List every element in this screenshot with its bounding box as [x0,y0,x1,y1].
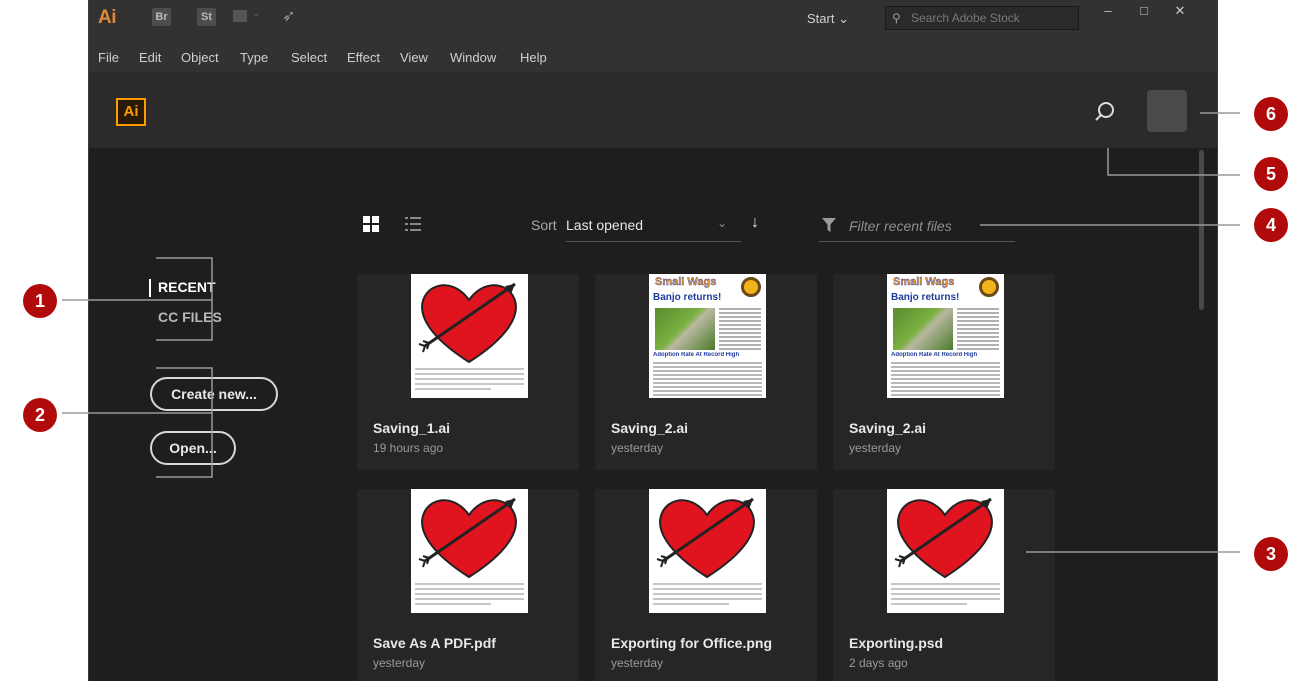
text-lines [653,583,762,608]
list-view-icon[interactable] [405,216,421,232]
sort-label: Sort [531,217,557,233]
grid-view-icon[interactable] [363,216,379,232]
file-name: Exporting.psd [849,635,944,651]
column-text [957,308,999,350]
newsletter-masthead: Small Wags [893,276,955,288]
menu-type[interactable]: Type [240,50,268,65]
nav-cc-files[interactable]: CC FILES [158,309,222,325]
file-thumbnail[interactable] [887,489,1004,613]
file-name: Saving_1.ai [373,420,451,436]
newsletter-headline: Banjo returns! [891,292,960,303]
text-lines [415,368,524,393]
menu-select[interactable]: Select [291,50,327,65]
file-name: Save As A PDF.pdf [373,635,496,651]
text-lines [891,583,1000,608]
workspace-switcher[interactable]: Start ⌄ [807,11,849,27]
filter-underline [819,241,1015,242]
heart-artwork [418,282,517,364]
user-avatar[interactable] [1147,90,1187,132]
stock-button[interactable]: St [197,8,216,26]
file-thumbnail[interactable] [411,274,528,398]
arrange-documents-icon[interactable] [233,10,247,22]
newsletter-subhead: Adoption Rate At Record High [891,352,978,358]
file-name: Saving_2.ai [849,420,927,436]
nav-recent[interactable]: RECENT [158,279,216,295]
menu-help[interactable]: Help [520,50,547,65]
start-header: Ai [89,72,1217,148]
file-card[interactable]: Exporting for Office.png yesterday [595,489,817,681]
search-icon[interactable] [1093,100,1117,124]
menu-object[interactable]: Object [181,50,219,65]
chevron-down-icon[interactable]: ⌄ [717,216,727,230]
filter-input[interactable]: Filter recent files [849,218,952,234]
callout-marker: 4 [1254,208,1288,242]
callout-marker: 5 [1254,157,1288,191]
illustrator-logo: Ai [116,98,146,126]
body-text [891,362,1000,396]
illustrator-window: Ai Br St ⌄ ➶ Start ⌄ ⚲ Search Adobe Stoc… [88,0,1218,681]
menu-edit[interactable]: Edit [139,50,161,65]
callout-marker: 3 [1254,537,1288,571]
sort-dropdown[interactable]: Last opened [566,217,643,233]
create-new-button[interactable]: Create new... [150,377,278,411]
file-card[interactable]: Exporting.psd 2 days ago [833,489,1055,681]
stock-search-input[interactable]: ⚲ Search Adobe Stock [885,6,1079,30]
menu-effect[interactable]: Effect [347,50,380,65]
menu-bar: File Edit Object Type Select Effect View… [89,44,1217,72]
file-name: Saving_2.ai [611,420,689,436]
heart-artwork [656,497,755,579]
file-time: yesterday [611,656,664,670]
newsletter-headline: Banjo returns! [653,292,722,303]
nav-active-indicator [149,279,151,297]
file-card[interactable]: Saving_1.ai 19 hours ago [357,274,579,470]
title-bar: Ai Br St ⌄ ➶ Start ⌄ ⚲ Search Adobe Stoc… [89,0,1217,44]
file-name: Exporting for Office.png [611,635,772,651]
file-time: 19 hours ago [373,441,444,455]
file-time: yesterday [849,441,902,455]
file-thumbnail[interactable]: Small Wags Banjo returns! Adoption Rate At… [649,274,766,398]
file-card[interactable]: Save As A PDF.pdf yesterday [357,489,579,681]
file-thumbnail[interactable] [649,489,766,613]
cat-photo [655,308,715,350]
file-thumbnail[interactable]: Small Wags Banjo returns! Adoption Rate At… [887,274,1004,398]
column-text [719,308,761,350]
maximize-button[interactable]: □ [1126,0,1162,24]
stock-search-placeholder: Search Adobe Stock [911,11,1020,25]
file-time: 2 days ago [849,656,908,670]
newsletter-masthead: Small Wags [655,276,717,288]
sort-direction-arrow-icon[interactable]: ↓ [751,214,759,232]
sunflower-graphic [979,277,999,297]
menu-view[interactable]: View [400,50,428,65]
file-thumbnail[interactable] [411,489,528,613]
newsletter-subhead: Adoption Rate At Record High [653,352,740,358]
search-icon: ⚲ [892,11,901,25]
gpu-performance-icon[interactable]: ➶ [282,6,295,26]
file-card[interactable]: Small Wags Banjo returns! Adoption Rate At… [833,274,1055,470]
close-button[interactable]: ✕ [1162,0,1198,24]
body-text [653,362,762,396]
sort-underline [566,241,741,242]
menu-window[interactable]: Window [450,50,496,65]
heart-artwork [894,497,993,579]
text-lines [415,583,524,608]
scrollbar[interactable] [1199,150,1204,310]
file-card[interactable]: Small Wags Banjo returns! Adoption Rate At… [595,274,817,470]
menu-file[interactable]: File [98,50,119,65]
open-button[interactable]: Open... [150,431,236,465]
callout-marker: 2 [23,398,57,432]
callout-marker: 6 [1254,97,1288,131]
minimize-button[interactable]: – [1090,0,1126,24]
file-time: yesterday [373,656,426,670]
sunflower-graphic [741,277,761,297]
callout-marker: 1 [23,284,57,318]
chevron-down-icon[interactable]: ⌄ [252,8,260,19]
heart-artwork [418,497,517,579]
file-time: yesterday [611,441,664,455]
cat-photo [893,308,953,350]
app-logo: Ai [98,7,117,28]
bridge-button[interactable]: Br [152,8,171,26]
filter-icon [822,218,836,232]
